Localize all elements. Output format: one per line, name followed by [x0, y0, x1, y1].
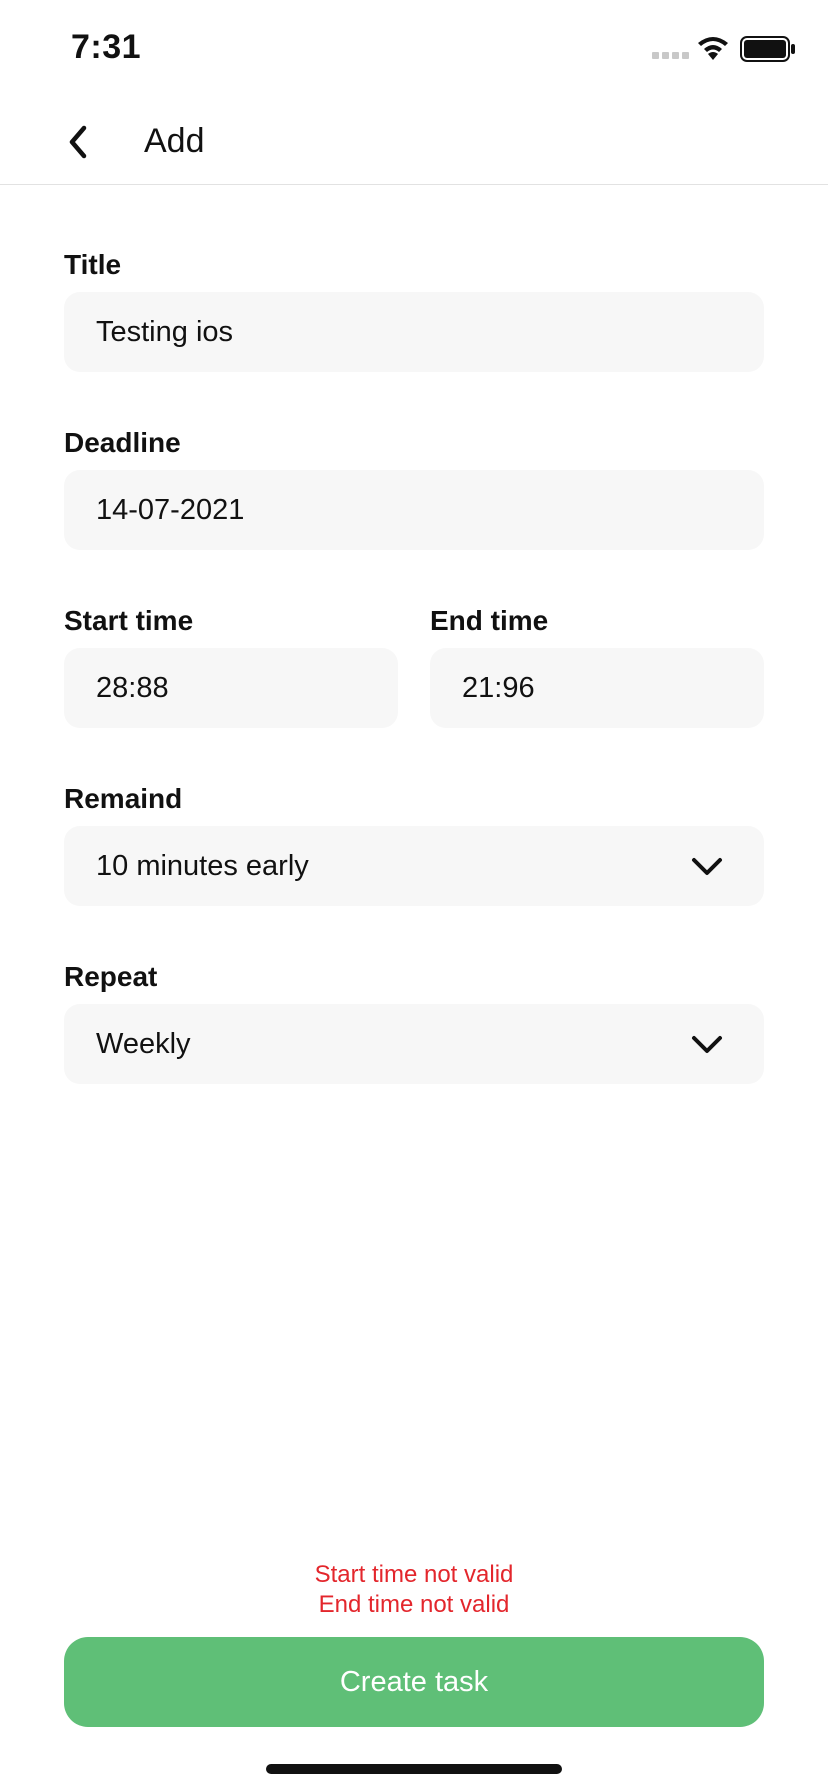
deadline-field: Deadline 14-07-2021 — [64, 426, 764, 550]
end-time-label: End time — [430, 605, 549, 636]
start-time-label: Start time — [64, 605, 194, 636]
deadline-value: 14-07-2021 — [96, 493, 245, 526]
repeat-label: Repeat — [64, 961, 158, 992]
remind-select[interactable]: 10 minutes early — [64, 826, 764, 906]
chevron-left-icon — [69, 125, 87, 159]
status-bar: 7:31 — [0, 0, 828, 100]
navigation-bar: Add — [0, 100, 828, 185]
title-label: Title — [64, 249, 122, 280]
start-time-input[interactable]: 28:88 — [64, 648, 398, 728]
remind-field: Remaind 10 minutes early — [64, 782, 764, 906]
remind-label: Remaind — [64, 783, 183, 814]
end-time-value: 21:96 — [462, 671, 535, 704]
cellular-signal-icon — [652, 52, 689, 59]
back-button[interactable] — [56, 118, 104, 166]
repeat-value: Weekly — [96, 1027, 191, 1060]
start-time-error: Start time not valid — [314, 1561, 514, 1588]
start-time-value: 28:88 — [96, 671, 169, 704]
chevron-down-icon — [692, 858, 722, 875]
create-task-button[interactable]: Create task — [64, 1637, 764, 1727]
end-time-field: End time 21:96 — [430, 604, 764, 728]
title-field: Title Testing ios — [64, 248, 764, 372]
remind-value: 10 minutes early — [96, 849, 309, 882]
chevron-down-icon — [692, 1036, 722, 1053]
repeat-select[interactable]: Weekly — [64, 1004, 764, 1084]
deadline-label: Deadline — [64, 427, 181, 458]
end-time-input[interactable]: 21:96 — [430, 648, 764, 728]
repeat-field: Repeat Weekly — [64, 960, 764, 1084]
validation-errors: Start time not valid End time not valid — [0, 1560, 828, 1620]
home-indicator — [266, 1764, 562, 1774]
wifi-icon — [698, 37, 728, 60]
title-input[interactable]: Testing ios — [64, 292, 764, 372]
battery-icon — [740, 36, 795, 62]
page-title: Add — [144, 122, 205, 160]
title-value: Testing ios — [96, 315, 234, 348]
end-time-error: End time not valid — [318, 1591, 510, 1618]
start-time-field: Start time 28:88 — [64, 604, 398, 728]
deadline-input[interactable]: 14-07-2021 — [64, 470, 764, 550]
status-time: 7:31 — [71, 28, 142, 66]
